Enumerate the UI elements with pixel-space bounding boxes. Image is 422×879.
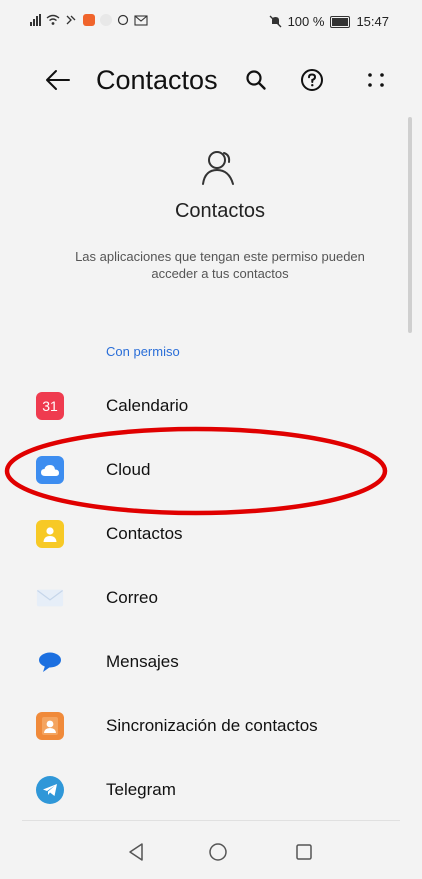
help-button[interactable] xyxy=(294,62,330,98)
app-notification-icon-2 xyxy=(100,14,112,26)
list-item-correo[interactable]: Correo xyxy=(0,566,422,630)
nav-home-icon xyxy=(209,843,227,861)
list-item-cloud[interactable]: Cloud xyxy=(0,438,422,502)
navigation-bar xyxy=(0,822,422,879)
list-item-contactos[interactable]: Contactos xyxy=(0,502,422,566)
more-options-button[interactable] xyxy=(358,62,394,98)
help-circle-icon xyxy=(301,69,323,91)
list-item-label: Calendario xyxy=(106,396,189,415)
nfc-icon xyxy=(66,15,76,25)
nav-back-button[interactable] xyxy=(118,834,154,870)
more-dots-icon xyxy=(368,73,384,87)
person-icon xyxy=(202,151,234,185)
list-item-telegram[interactable]: Telegram xyxy=(0,758,422,822)
back-button[interactable] xyxy=(40,62,76,98)
signal-icon xyxy=(30,14,41,26)
section-header-allowed: Con permiso xyxy=(106,344,180,359)
status-icons-right: 100 % 15:47 xyxy=(269,14,389,29)
calendar-icon-day: 31 xyxy=(42,398,58,414)
permission-description: Las aplicaciones que tengan este permiso… xyxy=(75,249,365,281)
list-item-label: Mensajes xyxy=(106,652,179,671)
mail-icon xyxy=(36,584,64,612)
nav-back-icon xyxy=(129,843,143,861)
status-bar: 100 % 15:47 xyxy=(0,0,422,44)
mute-icon xyxy=(269,15,282,28)
nav-recents-button[interactable] xyxy=(286,834,322,870)
search-icon xyxy=(246,70,266,90)
mail-notification-icon xyxy=(134,14,148,26)
wifi-icon xyxy=(46,14,60,25)
nav-home-button[interactable] xyxy=(200,834,236,870)
arrow-left-icon xyxy=(46,70,70,90)
sync-contacts-shape xyxy=(42,717,58,735)
screen: 100 % 15:47 Contactos Contactos Las apli… xyxy=(0,0,422,879)
message-icon xyxy=(36,648,64,676)
page-title: Contactos xyxy=(96,65,218,95)
ring-notification-icon xyxy=(117,14,129,26)
nav-recents-icon xyxy=(296,844,312,860)
search-button[interactable] xyxy=(238,62,274,98)
list-item-label: Telegram xyxy=(106,780,176,799)
list-item-label: Cloud xyxy=(106,460,151,479)
sync-contacts-icon xyxy=(36,712,64,740)
list-item-sincronizacion[interactable]: Sincronización de contactos xyxy=(0,694,422,758)
list-item-mensajes[interactable]: Mensajes xyxy=(0,630,422,694)
message-bubble-shape xyxy=(39,652,61,672)
cloud-shape xyxy=(41,465,59,476)
cloud-icon xyxy=(36,456,64,484)
status-icons-left xyxy=(30,14,148,26)
app-notification-icon xyxy=(83,14,95,26)
contacts-person-shape xyxy=(43,527,57,542)
calendar-icon: 31 xyxy=(36,392,64,420)
permission-title: Contactos xyxy=(174,200,266,222)
paper-plane-shape xyxy=(43,784,57,796)
list-item-calendario[interactable]: 31 Calendario xyxy=(0,374,422,438)
list-item-label: Correo xyxy=(106,588,158,607)
app-bar: Contactos xyxy=(0,44,422,116)
nav-divider xyxy=(22,820,400,821)
scrollbar[interactable] xyxy=(408,117,412,333)
battery-icon xyxy=(330,15,351,28)
envelope-shape xyxy=(36,589,64,607)
list-item-label: Contactos xyxy=(106,524,183,543)
list-item-label: Sincronización de contactos xyxy=(106,716,318,735)
contacts-icon xyxy=(36,520,64,548)
battery-percent: 100 % xyxy=(287,14,325,29)
clock: 15:47 xyxy=(356,14,389,29)
telegram-icon xyxy=(36,776,64,804)
